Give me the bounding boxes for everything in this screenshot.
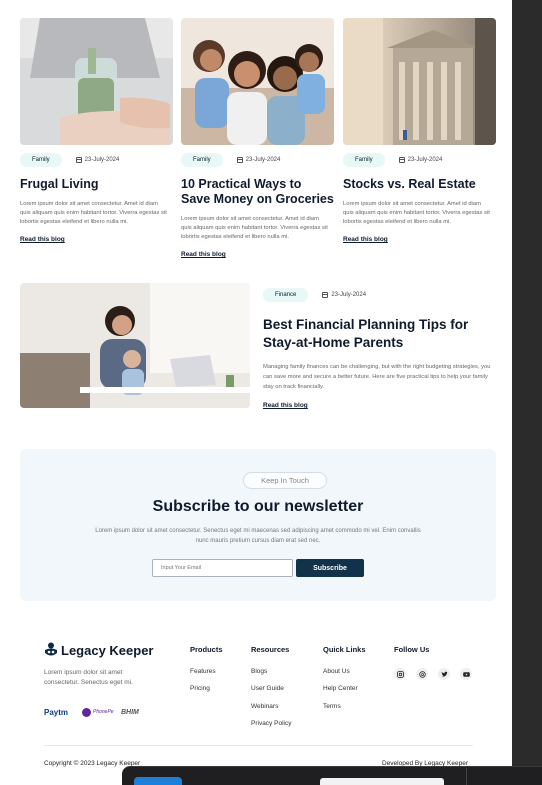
keep-in-touch-badge: Keep In Touch — [243, 472, 327, 489]
paytm-logo: Paytm — [44, 707, 69, 717]
threads-icon[interactable] — [416, 668, 428, 680]
post-date: 23-July-2024 — [407, 157, 443, 163]
read-blog-link[interactable]: Read this blog — [263, 402, 308, 409]
footer-col-title-follow-us: Follow Us — [394, 645, 430, 654]
blog-title[interactable]: Stocks vs. Real Estate — [343, 177, 496, 192]
newsletter-section: Keep In Touch Subscribe to our newslette… — [20, 449, 496, 601]
page: Family 23-July-2024 Frugal Living Lorem … — [4, 0, 512, 785]
blog-excerpt: Lorem ipsum dolor sit amet consectetur. … — [20, 201, 167, 225]
blog-title[interactable]: 10 Practical Ways to Save Money on Groce… — [181, 177, 334, 207]
footer-link-pricing[interactable]: Pricing — [190, 685, 210, 692]
featured-excerpt: Managing family finances can be challeng… — [263, 364, 491, 390]
read-blog-link[interactable]: Read this blog — [343, 236, 388, 243]
footer-divider — [44, 745, 473, 746]
footer-col-title-resources: Resources — [251, 645, 290, 654]
calendar-icon — [236, 157, 243, 163]
window-background-right — [512, 0, 542, 785]
blog-image-family[interactable] — [181, 18, 334, 145]
footer-link-terms[interactable]: Terms — [323, 703, 341, 710]
post-date: 23-July-2024 — [331, 292, 367, 298]
footer-col-title-quick-links: Quick Links — [323, 645, 366, 654]
footer-link-user-guide[interactable]: User Guide — [251, 685, 284, 692]
subscribe-button[interactable]: Subscribe — [296, 559, 364, 577]
footer-brand[interactable]: Legacy Keeper — [44, 642, 154, 658]
newsletter-title: Subscribe to our newsletter — [152, 498, 364, 515]
footer-link-about-us[interactable]: About Us — [323, 668, 350, 675]
footer-link-features[interactable]: Features — [190, 668, 216, 675]
blog-image-savings-jar[interactable] — [20, 18, 173, 145]
newsletter-text: Lorem ipsum dolor sit amet consectetur. … — [95, 528, 421, 544]
category-tag: Finance — [263, 288, 309, 302]
legacy-keeper-logo-icon — [45, 642, 57, 656]
featured-title[interactable]: Best Financial Planning Tips for Stay-at… — [263, 316, 499, 352]
category-tag: Family — [181, 153, 223, 167]
bhim-logo: BHIM — [121, 708, 139, 716]
featured-post: Finance 23-July-2024 Best Financial Plan… — [263, 288, 499, 412]
blog-title[interactable]: Frugal Living — [20, 177, 173, 192]
blog-card: Family 23-July-2024 Stocks vs. Real Esta… — [343, 18, 496, 246]
category-tag: Family — [20, 153, 62, 167]
blog-card: Family 23-July-2024 10 Practical Ways to… — [181, 18, 334, 261]
blog-excerpt: Lorem ipsum dolor sit amet consectetur. … — [343, 201, 490, 225]
email-input[interactable] — [152, 559, 293, 577]
taskbar-window-tab[interactable] — [320, 778, 444, 785]
featured-image-parent-laptop[interactable] — [20, 283, 250, 408]
category-tag: Family — [343, 153, 385, 167]
footer-link-privacy-policy[interactable]: Privacy Policy — [251, 720, 291, 727]
taskbar-app-button[interactable] — [134, 777, 182, 785]
blog-excerpt: Lorem ipsum dolor sit amet consectetur. … — [181, 216, 328, 240]
calendar-icon — [322, 292, 329, 298]
calendar-icon — [398, 157, 405, 163]
read-blog-link[interactable]: Read this blog — [181, 251, 226, 258]
footer-link-webinars[interactable]: Webinars — [251, 703, 278, 710]
brand-description: Lorem ipsum dolor sit amet consectetur. … — [44, 669, 133, 686]
youtube-icon[interactable] — [460, 668, 472, 680]
twitter-icon[interactable] — [438, 668, 450, 680]
calendar-icon — [75, 157, 82, 163]
phonepe-logo: PhonePe — [82, 706, 114, 718]
blog-card: Family 23-July-2024 Frugal Living Lorem … — [20, 18, 173, 246]
blog-image-stock-exchange[interactable] — [343, 18, 496, 145]
taskbar-separator — [466, 768, 467, 785]
post-date: 23-July-2024 — [245, 157, 281, 163]
instagram-icon[interactable] — [394, 668, 406, 680]
brand-name: Legacy Keeper — [61, 642, 154, 658]
read-blog-link[interactable]: Read this blog — [20, 236, 65, 243]
footer-link-blogs[interactable]: Blogs — [251, 668, 267, 675]
footer-link-help-center[interactable]: Help Center — [323, 685, 358, 692]
footer-col-title-products: Products — [190, 645, 223, 654]
post-date: 23-July-2024 — [84, 157, 120, 163]
